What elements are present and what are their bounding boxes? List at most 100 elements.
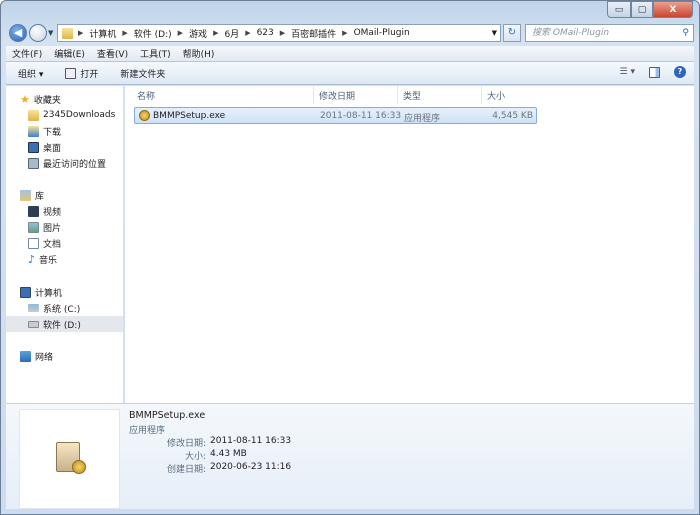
file-type: 应用程序 — [404, 114, 441, 124]
sidebar-network[interactable]: 网络 — [6, 348, 123, 364]
view-options-icon[interactable]: ☰ ▾ — [620, 67, 635, 77]
column-header-type[interactable]: 类型 — [403, 89, 421, 102]
sidebar-label: 文档 — [43, 239, 62, 250]
maximize-button[interactable]: ▢ — [631, 1, 653, 18]
sidebar-label: 最近访问的位置 — [43, 159, 107, 170]
new-folder-button[interactable]: 新建文件夹 — [120, 67, 165, 80]
refresh-button[interactable]: ↻ — [503, 24, 521, 42]
close-button[interactable]: X — [653, 1, 693, 18]
search-icon[interactable]: ⚲ — [682, 25, 689, 41]
breadcrumb-computer[interactable]: 计算机 — [89, 27, 116, 40]
column-header-size[interactable]: 大小 — [487, 89, 505, 102]
preview-pane-icon[interactable] — [649, 66, 660, 78]
table-row[interactable]: BMMPSetup.exe 2011-08-11 16:33 应用程序 4,54… — [134, 107, 537, 124]
open-icon — [65, 67, 77, 79]
library-icon — [20, 189, 31, 201]
recent-pages-dropdown-icon[interactable]: ▼ — [48, 29, 53, 37]
breadcrumb-games[interactable]: 游戏 — [189, 27, 207, 40]
install-badge-icon — [72, 460, 86, 474]
sidebar-item-videos[interactable]: 视频 — [6, 203, 123, 219]
sidebar-item-documents[interactable]: 文档 — [6, 235, 123, 251]
chevron-right-icon[interactable]: ▶ — [78, 29, 83, 37]
details-size-label: 大小: — [184, 452, 206, 462]
forward-button[interactable] — [29, 24, 47, 42]
menu-view[interactable]: 查看(V) — [97, 47, 128, 60]
chevron-right-icon[interactable]: ▶ — [178, 29, 183, 37]
column-divider[interactable] — [313, 86, 314, 104]
details-modified-value: 2011-08-11 16:33 — [210, 436, 292, 446]
minimize-button[interactable]: ▭ — [607, 1, 631, 18]
sidebar-label: 软件 (D:) — [43, 320, 81, 331]
explorer-window: ▭ ▢ X ◀ ▼ ▶ 计算机 ▶ 软件 (D:) ▶ 游戏 ▶ 6月 ▶ 623 ▶ 百… — [0, 0, 700, 515]
menu-bar: 文件(F) 编辑(E) 查看(V) 工具(T) 帮助(H) — [6, 46, 694, 62]
drive-icon — [28, 304, 39, 312]
downloads-icon — [28, 125, 39, 137]
column-header-name[interactable]: 名称 — [137, 89, 155, 102]
open-button[interactable]: 打开 — [65, 67, 98, 80]
file-modified: 2011-08-11 16:33 — [320, 111, 402, 121]
sidebar-item-recent-places[interactable]: 最近访问的位置 — [6, 155, 123, 171]
menu-help[interactable]: 帮助(H) — [183, 47, 215, 60]
sidebar-item-drive-d[interactable]: 软件 (D:) — [6, 316, 123, 332]
folder-icon — [62, 27, 73, 39]
search-placeholder: 搜索 OMail-Plugin — [532, 28, 610, 38]
sidebar-computer[interactable]: 计算机 — [6, 284, 123, 300]
sidebar-item-2345downloads[interactable]: 2345Downloads — [6, 107, 123, 123]
sidebar-label: 下载 — [43, 127, 62, 138]
details-created-value: 2020-06-23 11:16 — [210, 462, 292, 472]
file-list: 名称 修改日期 类型 大小 BMMPSetup.exe 2011-08-11 1… — [125, 86, 694, 403]
breadcrumb-drive-d[interactable]: 软件 (D:) — [134, 27, 172, 40]
breadcrumb-june[interactable]: 6月 — [224, 27, 239, 40]
column-header-modified[interactable]: 修改日期 — [319, 89, 355, 102]
breadcrumb-plugin[interactable]: 百密邮插件 — [291, 27, 336, 40]
file-thumbnail — [19, 409, 120, 509]
chevron-right-icon[interactable]: ▶ — [245, 29, 250, 37]
chevron-right-icon[interactable]: ▶ — [342, 29, 347, 37]
column-divider[interactable] — [397, 86, 398, 104]
sidebar-item-music[interactable]: ♪ 音乐 — [6, 251, 123, 267]
navigation-pane: ★ 收藏夹 2345Downloads 下载 桌面 最近访问的位置 库 视频 图片… — [6, 86, 124, 403]
breadcrumb-623[interactable]: 623 — [257, 28, 274, 38]
music-icon: ♪ — [28, 252, 36, 266]
sidebar-label: 系统 (C:) — [43, 304, 81, 315]
menu-tools[interactable]: 工具(T) — [140, 47, 171, 60]
sidebar-label: 图片 — [43, 223, 62, 234]
sidebar-item-downloads[interactable]: 下载 — [6, 123, 123, 139]
back-button[interactable]: ◀ — [9, 24, 27, 42]
open-label: 打开 — [80, 69, 99, 80]
network-icon — [20, 350, 31, 362]
sidebar-item-pictures[interactable]: 图片 — [6, 219, 123, 235]
sidebar-label: 视频 — [43, 207, 62, 218]
help-icon[interactable]: ? — [674, 66, 686, 78]
sidebar-libraries[interactable]: 库 — [6, 187, 123, 203]
organize-button[interactable]: 组织 ▾ — [18, 67, 43, 80]
address-bar[interactable]: ▶ 计算机 ▶ 软件 (D:) ▶ 游戏 ▶ 6月 ▶ 623 ▶ 百密邮插件 ▶ OMai… — [57, 24, 501, 42]
chevron-right-icon[interactable]: ▶ — [122, 29, 127, 37]
drive-icon — [28, 320, 39, 328]
sidebar-label: 桌面 — [43, 143, 62, 154]
chevron-right-icon[interactable]: ▶ — [213, 29, 218, 37]
sidebar-item-drive-c[interactable]: 系统 (C:) — [6, 300, 123, 316]
sidebar-item-desktop[interactable]: 桌面 — [6, 139, 123, 155]
sidebar-label: 收藏夹 — [33, 95, 61, 106]
sidebar-label: 音乐 — [39, 255, 58, 266]
search-input[interactable]: 搜索 OMail-Plugin ⚲ — [525, 24, 694, 42]
menu-edit[interactable]: 编辑(E) — [54, 47, 85, 60]
details-modified-label: 修改日期: — [166, 439, 206, 449]
breadcrumb-omail-plugin[interactable]: OMail-Plugin — [354, 28, 410, 38]
details-file-name: BMMPSetup.exe — [129, 410, 206, 421]
documents-icon — [28, 237, 39, 249]
sidebar-favorites[interactable]: ★ 收藏夹 — [6, 91, 123, 107]
address-dropdown-icon[interactable]: ▼ — [492, 29, 497, 37]
column-divider[interactable] — [481, 86, 482, 104]
folder-icon — [28, 109, 39, 121]
menu-file[interactable]: 文件(F) — [12, 47, 42, 60]
sidebar-label: 网络 — [35, 352, 54, 363]
command-bar: 组织 ▾ 打开 新建文件夹 ☰ ▾ ? — [6, 62, 694, 85]
pictures-icon — [28, 221, 39, 233]
new-folder-label: 新建文件夹 — [120, 69, 166, 80]
details-file-type: 应用程序 — [129, 426, 166, 436]
chevron-right-icon[interactable]: ▶ — [280, 29, 285, 37]
file-name: BMMPSetup.exe — [153, 111, 226, 121]
sidebar-label: 2345Downloads — [43, 110, 116, 120]
